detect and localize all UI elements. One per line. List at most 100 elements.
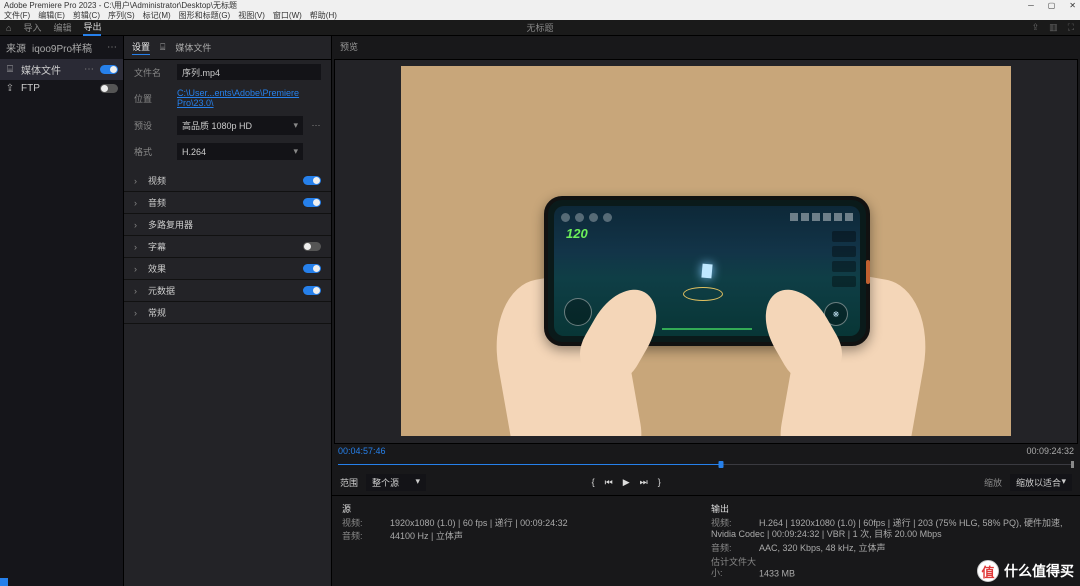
scale-label: 缩放 <box>984 476 1002 489</box>
source-item-media[interactable]: ⌸ 媒体文件 ⋯ <box>0 59 123 80</box>
location-link[interactable]: C:\User...ents\Adobe\Premiere Pro\23.0\ <box>177 88 321 108</box>
preview-viewport[interactable]: 120 ❋ 2.5 <box>334 59 1078 444</box>
settings-panel: 设置 ⌸ 媒体文件 文件名 位置 C:\User...ents\Adobe\Pr… <box>124 36 332 586</box>
menu-edit[interactable]: 编辑(E) <box>34 10 69 21</box>
home-icon[interactable]: ⌂ <box>6 23 11 33</box>
source-item-ftp[interactable]: ⇪ FTP <box>0 80 123 97</box>
chevron-right-icon: › <box>134 264 142 274</box>
project-title: 无标题 <box>526 21 553 34</box>
group-toggle[interactable] <box>303 264 321 273</box>
menu-view[interactable]: 视图(V) <box>234 10 269 21</box>
chevron-right-icon: › <box>134 198 142 208</box>
menu-file[interactable]: 文件(F) <box>0 10 34 21</box>
group-effects[interactable]: › 效果 <box>124 258 331 280</box>
source-item-toggle[interactable] <box>100 65 118 74</box>
source-more-icon[interactable]: ⋯ <box>107 42 117 53</box>
estimated-size: 1433 MB <box>759 568 795 578</box>
chevron-down-icon: ▾ <box>293 146 298 157</box>
format-select[interactable]: H.264 ▾ <box>177 143 303 160</box>
step-forward-icon[interactable]: ⏭ <box>640 477 648 488</box>
step-back-icon[interactable]: ⏮ <box>605 477 613 488</box>
scrub-bar[interactable] <box>338 460 1074 468</box>
range-label: 范围 <box>340 476 358 489</box>
group-toggle[interactable] <box>303 198 321 207</box>
chevron-right-icon: › <box>134 308 142 318</box>
preview-frame: 120 ❋ 2.5 <box>401 66 1011 436</box>
fps-counter: 120 <box>566 226 588 241</box>
fullscreen-icon[interactable]: ⛶ <box>1068 22 1074 33</box>
source-summary-header: 源 <box>342 502 701 515</box>
close-button[interactable]: ✕ <box>1069 1 1076 10</box>
source-label: 来源 <box>6 40 26 55</box>
watermark-icon: 值 <box>977 560 999 582</box>
workspace-nav: ⌂ 导入 编辑 导出 无标题 ⇪ ▥ ⛶ <box>0 20 1080 36</box>
settings-tab-media[interactable]: 媒体文件 <box>175 41 211 54</box>
group-mux[interactable]: › 多路复用器 <box>124 214 331 236</box>
location-label: 位置 <box>134 92 169 105</box>
group-video[interactable]: › 视频 <box>124 170 331 192</box>
playhead[interactable] <box>718 461 723 468</box>
format-label: 格式 <box>134 145 169 158</box>
filename-input[interactable] <box>177 64 321 80</box>
maximize-button[interactable]: ▢ <box>1048 1 1056 10</box>
chevron-right-icon: › <box>134 242 142 252</box>
menu-graphics[interactable]: 图形和标题(G) <box>175 10 235 21</box>
mark-out-icon[interactable]: } <box>658 477 661 488</box>
filename-label: 文件名 <box>134 66 169 79</box>
source-project: iqoo9Pro样稿 <box>32 40 92 55</box>
menu-help[interactable]: 帮助(H) <box>306 10 341 21</box>
group-toggle[interactable] <box>303 286 321 295</box>
group-metadata[interactable]: › 元数据 <box>124 280 331 302</box>
preset-label: 预设 <box>134 119 169 132</box>
source-item-label: FTP <box>21 83 40 94</box>
timecode-duration: 00:09:24:32 <box>1026 446 1074 456</box>
ftp-icon: ⇪ <box>5 84 15 94</box>
output-video-summary: H.264 | 1920x1080 (1.0) | 60fps | 递行 | 2… <box>711 518 1063 540</box>
menu-marker[interactable]: 标记(M) <box>139 10 175 21</box>
minimize-button[interactable]: ─ <box>1028 1 1034 10</box>
mark-in-icon[interactable]: { <box>592 477 595 488</box>
chevron-right-icon: › <box>134 220 142 230</box>
preset-more-icon[interactable]: ⋯ <box>311 120 321 131</box>
chevron-down-icon: ▾ <box>1061 476 1066 489</box>
watermark-text: 什么值得买 <box>1004 561 1074 581</box>
output-summary-header: 输出 <box>711 502 1070 515</box>
chevron-right-icon: › <box>134 286 142 296</box>
menu-sequence[interactable]: 序列(S) <box>104 10 139 21</box>
workspace-icon[interactable]: ▥ <box>1049 22 1058 33</box>
tab-edit[interactable]: 编辑 <box>53 21 71 35</box>
source-panel: 来源 iqoo9Pro样稿 ⋯ ⌸ 媒体文件 ⋯ ⇪ FTP <box>0 36 124 586</box>
source-audio-summary: 44100 Hz | 立体声 <box>390 531 463 541</box>
menu-bar: 文件(F) 编辑(E) 剪辑(C) 序列(S) 标记(M) 图形和标题(G) 视… <box>0 10 1080 20</box>
chevron-down-icon: ▾ <box>415 476 420 489</box>
watermark: 值 什么值得买 <box>977 560 1074 582</box>
menu-window[interactable]: 窗口(W) <box>269 10 306 21</box>
media-file-icon: ⌸ <box>5 65 15 75</box>
summary-panel: 源 视频:1920x1080 (1.0) | 60 fps | 递行 | 00:… <box>332 495 1080 586</box>
group-general[interactable]: › 常规 <box>124 302 331 324</box>
preset-select[interactable]: 高品质 1080p HD ▾ <box>177 116 303 135</box>
status-indicator <box>0 578 8 586</box>
source-video-summary: 1920x1080 (1.0) | 60 fps | 递行 | 00:09:24… <box>390 518 568 528</box>
play-icon[interactable]: ▶ <box>623 477 630 488</box>
output-audio-summary: AAC, 320 Kbps, 48 kHz, 立体声 <box>759 543 886 553</box>
source-item-toggle[interactable] <box>100 84 118 93</box>
chevron-right-icon: › <box>134 176 142 186</box>
range-select[interactable]: 整个源▾ <box>366 474 426 491</box>
preview-label: 预览 <box>340 40 358 53</box>
window-titlebar: Adobe Premiere Pro 2023 - C:\用户\Administ… <box>0 0 1080 10</box>
settings-tab-settings[interactable]: 设置 <box>132 40 150 55</box>
quick-export-icon[interactable]: ⇪ <box>1032 22 1040 33</box>
group-audio[interactable]: › 音频 <box>124 192 331 214</box>
group-toggle[interactable] <box>303 242 321 251</box>
chevron-down-icon: ▾ <box>293 120 298 131</box>
group-captions[interactable]: › 字幕 <box>124 236 331 258</box>
export-icon: ⌸ <box>160 42 165 53</box>
scale-select[interactable]: 缩放以适合▾ <box>1010 474 1072 491</box>
tab-import[interactable]: 导入 <box>23 21 41 35</box>
timecode-current[interactable]: 00:04:57:46 <box>338 446 386 456</box>
tab-export[interactable]: 导出 <box>83 20 101 36</box>
source-item-more-icon[interactable]: ⋯ <box>84 64 94 75</box>
group-toggle[interactable] <box>303 176 321 185</box>
source-item-label: 媒体文件 <box>21 62 61 77</box>
